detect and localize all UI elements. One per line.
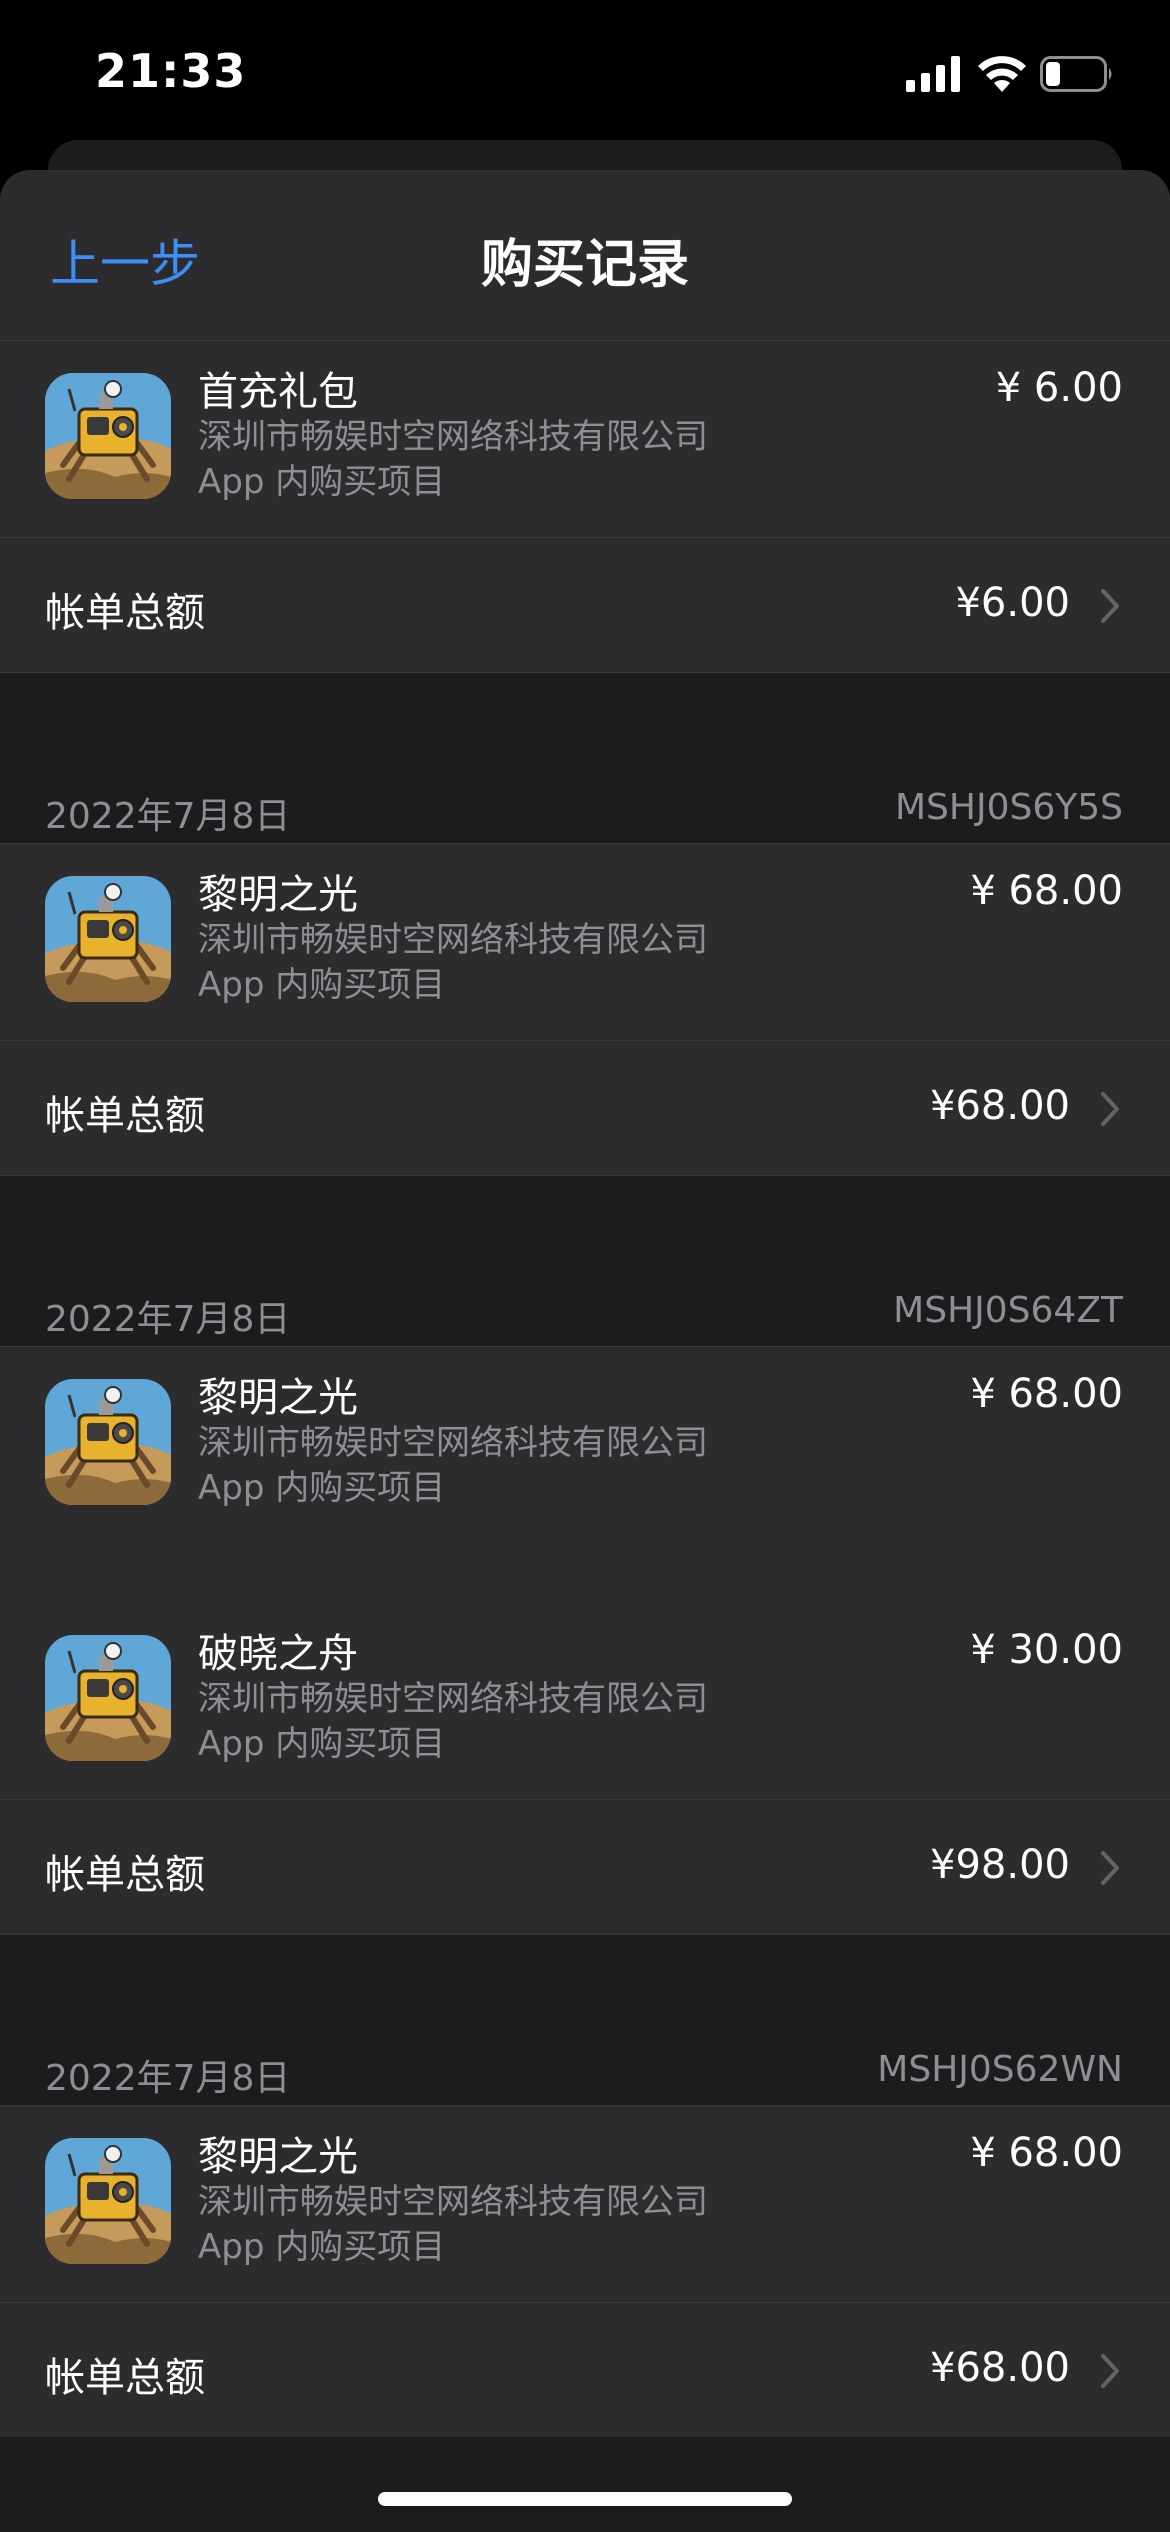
item-seller: 深圳市畅娱时空网络科技有限公司 bbox=[198, 417, 708, 457]
robot-game-app-icon bbox=[45, 373, 171, 499]
section-gap bbox=[0, 672, 1170, 783]
section-gap bbox=[0, 1175, 1170, 1286]
bill-total-amount: ¥98.00 bbox=[930, 1842, 1070, 1888]
bill-total-label: 帐单总额 bbox=[45, 1093, 205, 1139]
status-time: 21:33 bbox=[95, 44, 247, 98]
status-bar: 21:33 bbox=[0, 0, 1170, 150]
order-id: MSHJ0S6Y5S bbox=[894, 787, 1123, 828]
robot-game-app-icon bbox=[45, 1635, 171, 1761]
bill-total-amount: ¥68.00 bbox=[930, 2345, 1070, 2391]
wifi-icon bbox=[978, 56, 1026, 92]
item-type: App 内购买项目 bbox=[198, 965, 446, 1005]
item-seller: 深圳市畅娱时空网络科技有限公司 bbox=[198, 1679, 708, 1719]
order-date: 2022年7月8日 bbox=[45, 1299, 291, 1340]
robot-game-app-icon bbox=[45, 876, 171, 1002]
item-type: App 内购买项目 bbox=[198, 1724, 446, 1764]
bill-total-row[interactable]: 帐单总额 ¥68.00 bbox=[0, 1040, 1170, 1175]
purchase-item[interactable]: 黎明之光 深圳市畅娱时空网络科技有限公司 App 内购买项目 ¥ 68.00 bbox=[0, 2106, 1170, 2302]
item-price: ¥ 68.00 bbox=[970, 868, 1123, 914]
bill-total-row[interactable]: 帐单总额 ¥6.00 bbox=[0, 537, 1170, 672]
robot-game-app-icon bbox=[45, 1379, 171, 1505]
item-type: App 内购买项目 bbox=[198, 2227, 446, 2267]
bill-total-amount: ¥6.00 bbox=[955, 580, 1070, 626]
order-date: 2022年7月8日 bbox=[45, 2058, 291, 2099]
chevron-right-icon bbox=[1101, 1851, 1119, 1885]
chevron-right-icon bbox=[1101, 2354, 1119, 2388]
order-id: MSHJ0S62WN bbox=[877, 2049, 1123, 2090]
chevron-right-icon bbox=[1101, 589, 1119, 623]
purchase-item[interactable]: 黎明之光 深圳市畅娱时空网络科技有限公司 App 内购买项目 ¥ 68.00 bbox=[0, 1347, 1170, 1543]
page-title: 购买记录 bbox=[480, 235, 689, 295]
item-price: ¥ 6.00 bbox=[995, 365, 1123, 411]
section-gap bbox=[0, 1934, 1170, 2045]
purchase-item[interactable]: 破晓之舟 深圳市畅娱时空网络科技有限公司 App 内购买项目 ¥ 30.00 bbox=[0, 1603, 1170, 1799]
robot-game-app-icon bbox=[45, 2138, 171, 2264]
item-price: ¥ 68.00 bbox=[970, 1371, 1123, 1417]
cellular-signal-icon bbox=[906, 56, 960, 92]
purchase-item[interactable]: 黎明之光 深圳市畅娱时空网络科技有限公司 App 内购买项目 ¥ 68.00 bbox=[0, 844, 1170, 1040]
home-indicator[interactable] bbox=[378, 2492, 792, 2506]
item-type: App 内购买项目 bbox=[198, 462, 446, 502]
order-header: 2022年7月8日 MSHJ0S6Y5S bbox=[0, 783, 1170, 844]
order-date: 2022年7月8日 bbox=[45, 796, 291, 837]
order-header: 2022年7月8日 MSHJ0S64ZT bbox=[0, 1286, 1170, 1347]
order-group: 黎明之光 深圳市畅娱时空网络科技有限公司 App 内购买项目 ¥ 68.00 破… bbox=[0, 1347, 1170, 1934]
chevron-right-icon bbox=[1101, 1092, 1119, 1126]
navigation-bar: 上一步 购买记录 bbox=[0, 170, 1170, 341]
order-group: 黎明之光 深圳市畅娱时空网络科技有限公司 App 内购买项目 ¥ 68.00 帐… bbox=[0, 844, 1170, 1175]
item-seller: 深圳市畅娱时空网络科技有限公司 bbox=[198, 2182, 708, 2222]
bill-total-amount: ¥68.00 bbox=[930, 1083, 1070, 1129]
bill-total-row[interactable]: 帐单总额 ¥68.00 bbox=[0, 2302, 1170, 2437]
item-seller: 深圳市畅娱时空网络科技有限公司 bbox=[198, 920, 708, 960]
item-spacer bbox=[0, 1543, 1170, 1603]
item-price: ¥ 68.00 bbox=[970, 2130, 1123, 2176]
order-group: 首充礼包 深圳市畅娱时空网络科技有限公司 App 内购买项目 ¥ 6.00 帐单… bbox=[0, 341, 1170, 672]
order-group: 黎明之光 深圳市畅娱时空网络科技有限公司 App 内购买项目 ¥ 68.00 帐… bbox=[0, 2106, 1170, 2437]
battery-icon bbox=[1040, 56, 1112, 92]
bill-total-label: 帐单总额 bbox=[45, 2355, 205, 2401]
purchase-item[interactable]: 首充礼包 深圳市畅娱时空网络科技有限公司 App 内购买项目 ¥ 6.00 bbox=[0, 341, 1170, 537]
purchase-history-sheet: 上一步 购买记录 首充礼包 深圳市畅娱时空网络科技有限公司 App 内购买项目 … bbox=[0, 170, 1170, 2532]
item-price: ¥ 30.00 bbox=[970, 1627, 1123, 1673]
bill-total-row[interactable]: 帐单总额 ¥98.00 bbox=[0, 1799, 1170, 1934]
order-header: 2022年7月8日 MSHJ0S62WN bbox=[0, 2045, 1170, 2106]
bill-total-label: 帐单总额 bbox=[45, 590, 205, 636]
order-id: MSHJ0S64ZT bbox=[893, 1290, 1123, 1331]
item-type: App 内购买项目 bbox=[198, 1468, 446, 1508]
bill-total-label: 帐单总额 bbox=[45, 1852, 205, 1898]
item-seller: 深圳市畅娱时空网络科技有限公司 bbox=[198, 1423, 708, 1463]
